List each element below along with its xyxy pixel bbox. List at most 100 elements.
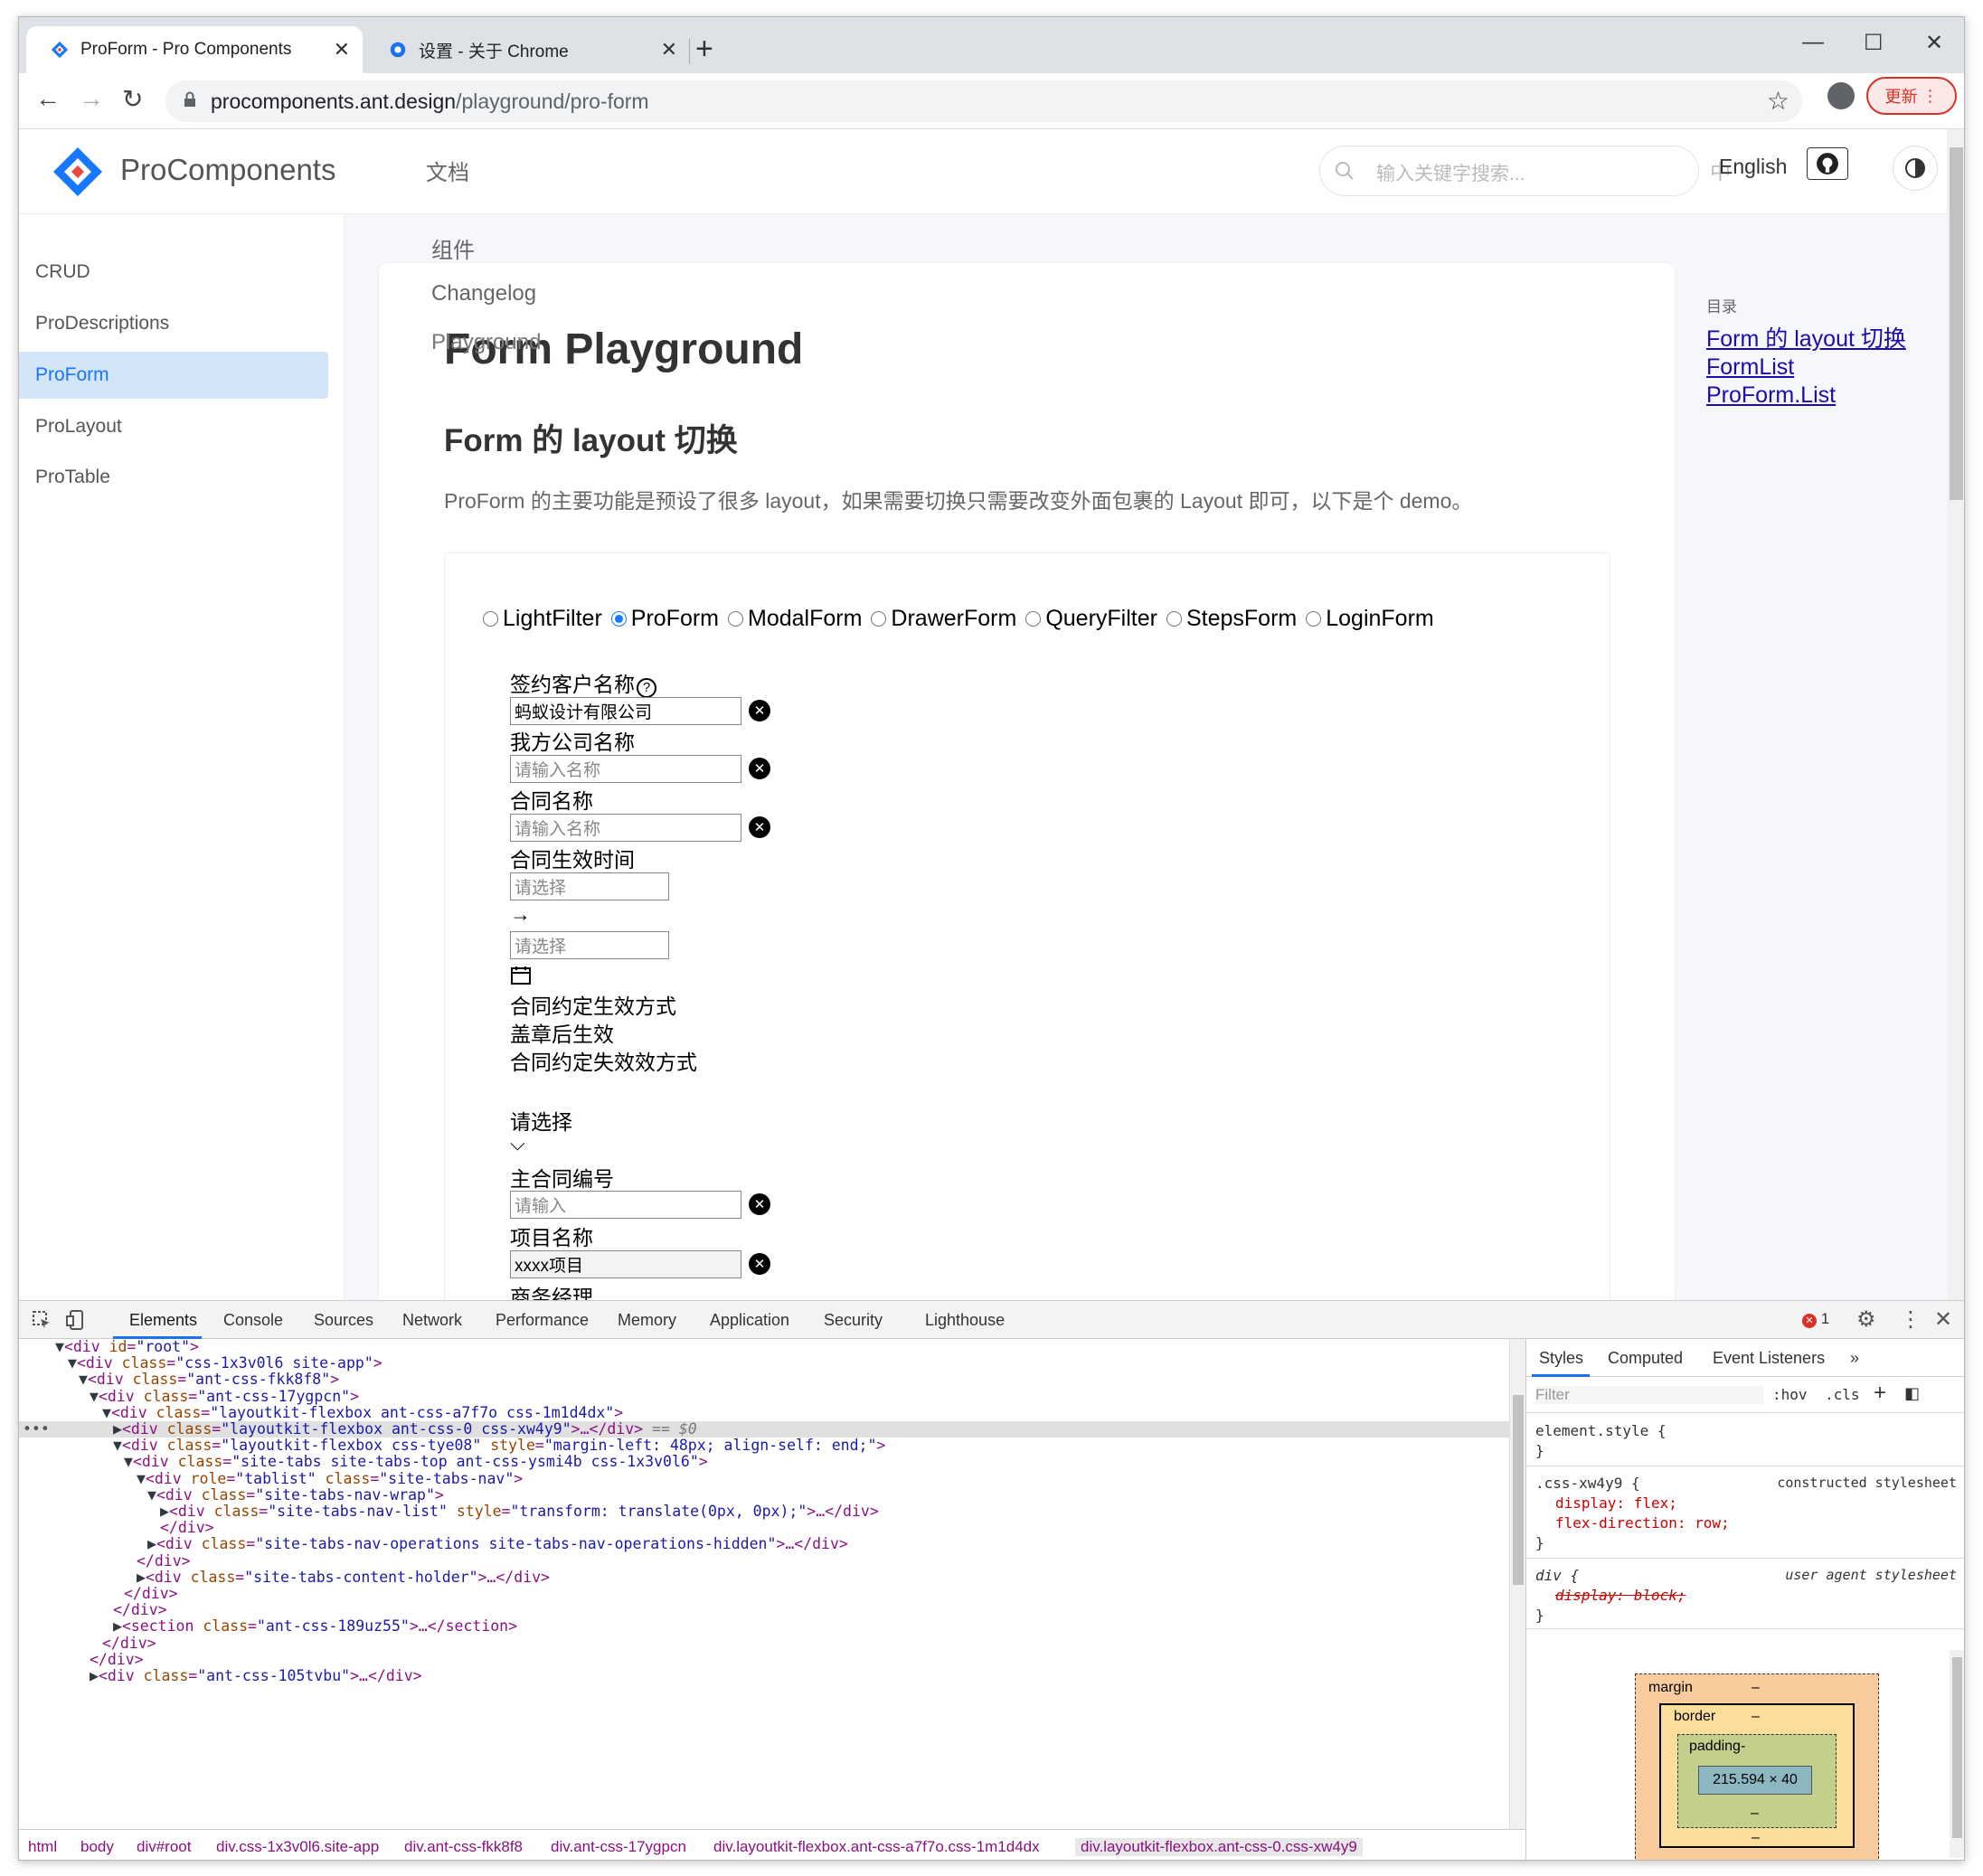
- crumb-root[interactable]: div#root: [137, 1838, 191, 1856]
- customer-input[interactable]: 蚂蚁设计有限公司: [510, 697, 741, 725]
- toggle-sidebar-icon[interactable]: ◧: [1904, 1384, 1920, 1403]
- clear-icon[interactable]: ✕: [749, 700, 770, 721]
- sidebar-item-prodescriptions[interactable]: ProDescriptions: [35, 300, 345, 347]
- date-end-input[interactable]: 请选择: [510, 931, 669, 959]
- sidebar-item-crud[interactable]: CRUD: [35, 249, 345, 296]
- question-circle-icon[interactable]: ?: [637, 678, 656, 698]
- search-box[interactable]: 输入关键字搜索...: [1319, 146, 1699, 196]
- dom-node-line[interactable]: ▼<div class="css-1x3v0l6 site-app">: [19, 1355, 1509, 1372]
- profile-avatar-icon[interactable]: [1827, 82, 1855, 109]
- hov-button[interactable]: :hov: [1772, 1386, 1808, 1403]
- page-scrollbar[interactable]: [1947, 129, 1964, 1300]
- company-input[interactable]: 请输入名称: [510, 755, 741, 783]
- close-window-icon[interactable]: ✕: [1925, 30, 1943, 56]
- devtools-tab-console[interactable]: Console: [223, 1311, 283, 1330]
- minimize-icon[interactable]: —: [1802, 30, 1824, 55]
- rule2-decl-display[interactable]: display: block;: [1555, 1587, 1686, 1604]
- theme-toggle-button[interactable]: [1893, 146, 1938, 191]
- rule1-decl-flex-direction[interactable]: flex-direction: row;: [1555, 1514, 1730, 1532]
- address-bar[interactable]: procomponents.ant.design/playground/pro-…: [165, 80, 1802, 122]
- add-rule-icon[interactable]: +: [1874, 1381, 1886, 1406]
- close-tab-icon[interactable]: ✕: [661, 38, 677, 61]
- more-tabs-chevron-icon[interactable]: »: [1850, 1349, 1859, 1368]
- crumb-flexbox-xw4y9[interactable]: div.layoutkit-flexbox.ant-css-0.css-xw4y…: [1075, 1838, 1363, 1856]
- nav-docs[interactable]: 文档: [426, 155, 469, 186]
- clear-icon[interactable]: ✕: [749, 758, 770, 779]
- crumb-17ygpcn[interactable]: div.ant-css-17ygpcn: [551, 1838, 686, 1856]
- language-switch[interactable]: 中 English: [1710, 155, 1787, 184]
- maximize-icon[interactable]: ☐: [1864, 30, 1884, 56]
- devtools-tab-elements[interactable]: Elements: [129, 1311, 197, 1330]
- clear-icon[interactable]: ✕: [749, 1253, 770, 1275]
- dom-node-line[interactable]: ▶<div class="site-tabs-content-holder">……: [19, 1569, 1509, 1586]
- toc-link-layout[interactable]: Form 的 layout 切换: [1706, 325, 1906, 354]
- scrollbar-thumb[interactable]: [1950, 147, 1963, 500]
- more-vertical-icon[interactable]: ⋮: [1900, 1306, 1922, 1333]
- dom-node-line[interactable]: ▼<div id="root">: [19, 1339, 1509, 1355]
- dom-node-line[interactable]: </div>: [19, 1635, 1509, 1652]
- sidebar-item-prolayout[interactable]: ProLayout: [35, 403, 345, 450]
- dom-node-line[interactable]: </div>: [19, 1602, 1509, 1618]
- effective-value[interactable]: 盖章后生效: [510, 1017, 614, 1048]
- devtools-tab-memory[interactable]: Memory: [618, 1311, 676, 1330]
- scrollbar-thumb[interactable]: [1952, 1657, 1962, 1838]
- dom-node-line[interactable]: </div>: [19, 1520, 1509, 1536]
- dom-node-line[interactable]: ▶<div class="layoutkit-flexbox ant-css-0…: [19, 1421, 1509, 1438]
- radio-queryfilter[interactable]: QueryFilter: [1025, 606, 1157, 632]
- cls-button[interactable]: .cls: [1825, 1386, 1860, 1403]
- procomponents-logo-icon[interactable]: [52, 146, 104, 198]
- crumb-flexbox-a7f7o[interactable]: div.layoutkit-flexbox.ant-css-a7f7o.css-…: [713, 1838, 1040, 1856]
- back-arrow-icon[interactable]: ←: [35, 84, 61, 113]
- nav-components[interactable]: 组件: [431, 232, 475, 264]
- radio-lightfilter[interactable]: LightFilter: [483, 606, 602, 632]
- main-contract-input[interactable]: 请输入: [510, 1191, 741, 1219]
- bookmark-star-icon[interactable]: ☆: [1767, 86, 1789, 116]
- styles-scrollbar[interactable]: [1950, 1650, 1964, 1858]
- dom-node-line[interactable]: ▶<div class="site-tabs-nav-operations si…: [19, 1536, 1509, 1552]
- dom-node-line[interactable]: ▶<div class="site-tabs-nav-list" style="…: [19, 1504, 1509, 1520]
- dom-node-line[interactable]: ▼<div class="ant-css-17ygpcn">: [19, 1388, 1509, 1405]
- inspect-element-icon[interactable]: [32, 1310, 52, 1330]
- dom-node-line[interactable]: ▶<section class="ant-css-189uz55">…</sec…: [19, 1618, 1509, 1635]
- element-style-rule[interactable]: element.style {: [1535, 1422, 1667, 1439]
- chevron-down-icon[interactable]: ⌵: [510, 1132, 525, 1155]
- rule1-decl-display[interactable]: display: flex;: [1555, 1494, 1677, 1512]
- close-tab-icon[interactable]: ✕: [334, 38, 350, 61]
- rule1-selector[interactable]: .css-xw4y9 {: [1535, 1475, 1640, 1492]
- clear-icon[interactable]: ✕: [749, 1193, 770, 1215]
- radio-loginform[interactable]: LoginForm: [1306, 606, 1434, 632]
- devtools-tab-network[interactable]: Network: [402, 1311, 462, 1330]
- nav-playground[interactable]: Playground: [431, 330, 541, 355]
- dom-node-line[interactable]: ▶<div class="ant-css-105tvbu">…</div>: [19, 1668, 1509, 1684]
- rule1-source[interactable]: constructed stylesheet: [1777, 1475, 1957, 1491]
- dom-node-line[interactable]: </div>: [19, 1651, 1509, 1668]
- sidebar-item-proform[interactable]: ProForm: [19, 352, 328, 399]
- forward-arrow-icon[interactable]: →: [79, 84, 104, 113]
- github-button[interactable]: [1807, 147, 1848, 180]
- settings-gear-icon[interactable]: ⚙: [1856, 1306, 1876, 1333]
- radio-stepsform[interactable]: StepsForm: [1166, 606, 1297, 632]
- devtools-tab-lighthouse[interactable]: Lighthouse: [925, 1311, 1005, 1330]
- devtools-tab-application[interactable]: Application: [710, 1311, 789, 1330]
- dom-node-line[interactable]: ▼<div class="site-tabs site-tabs-top ant…: [19, 1454, 1509, 1470]
- toc-link-formlist[interactable]: FormList: [1706, 354, 1906, 382]
- crumb-site-app[interactable]: div.css-1x3v0l6.site-app: [216, 1838, 379, 1856]
- update-button[interactable]: 更新 ⋮: [1866, 77, 1957, 115]
- filter-input[interactable]: Filter: [1535, 1386, 1763, 1404]
- date-start-input[interactable]: 请选择: [510, 872, 669, 900]
- dom-node-line[interactable]: ▼<div class="site-tabs-nav-wrap">: [19, 1486, 1509, 1504]
- scrollbar-thumb[interactable]: [1513, 1395, 1524, 1585]
- error-counter[interactable]: ✕ 1: [1802, 1310, 1829, 1328]
- sidebar-item-protable[interactable]: ProTable: [35, 454, 345, 501]
- logo-text[interactable]: ProComponents: [120, 153, 335, 187]
- close-devtools-icon[interactable]: ✕: [1934, 1306, 1952, 1333]
- reload-icon[interactable]: ↻: [122, 84, 143, 114]
- elements-scrollbar[interactable]: [1509, 1339, 1525, 1829]
- devtools-tab-performance[interactable]: Performance: [496, 1311, 589, 1330]
- device-toolbar-icon[interactable]: [66, 1309, 86, 1331]
- dom-node-line[interactable]: ▼<div class="layoutkit-flexbox css-tye08…: [19, 1438, 1509, 1454]
- tab-proform[interactable]: ProForm - Pro Components ✕: [26, 26, 363, 73]
- crumb-html[interactable]: html: [28, 1838, 57, 1856]
- clear-icon[interactable]: ✕: [749, 816, 770, 838]
- new-tab-button[interactable]: +: [695, 33, 713, 64]
